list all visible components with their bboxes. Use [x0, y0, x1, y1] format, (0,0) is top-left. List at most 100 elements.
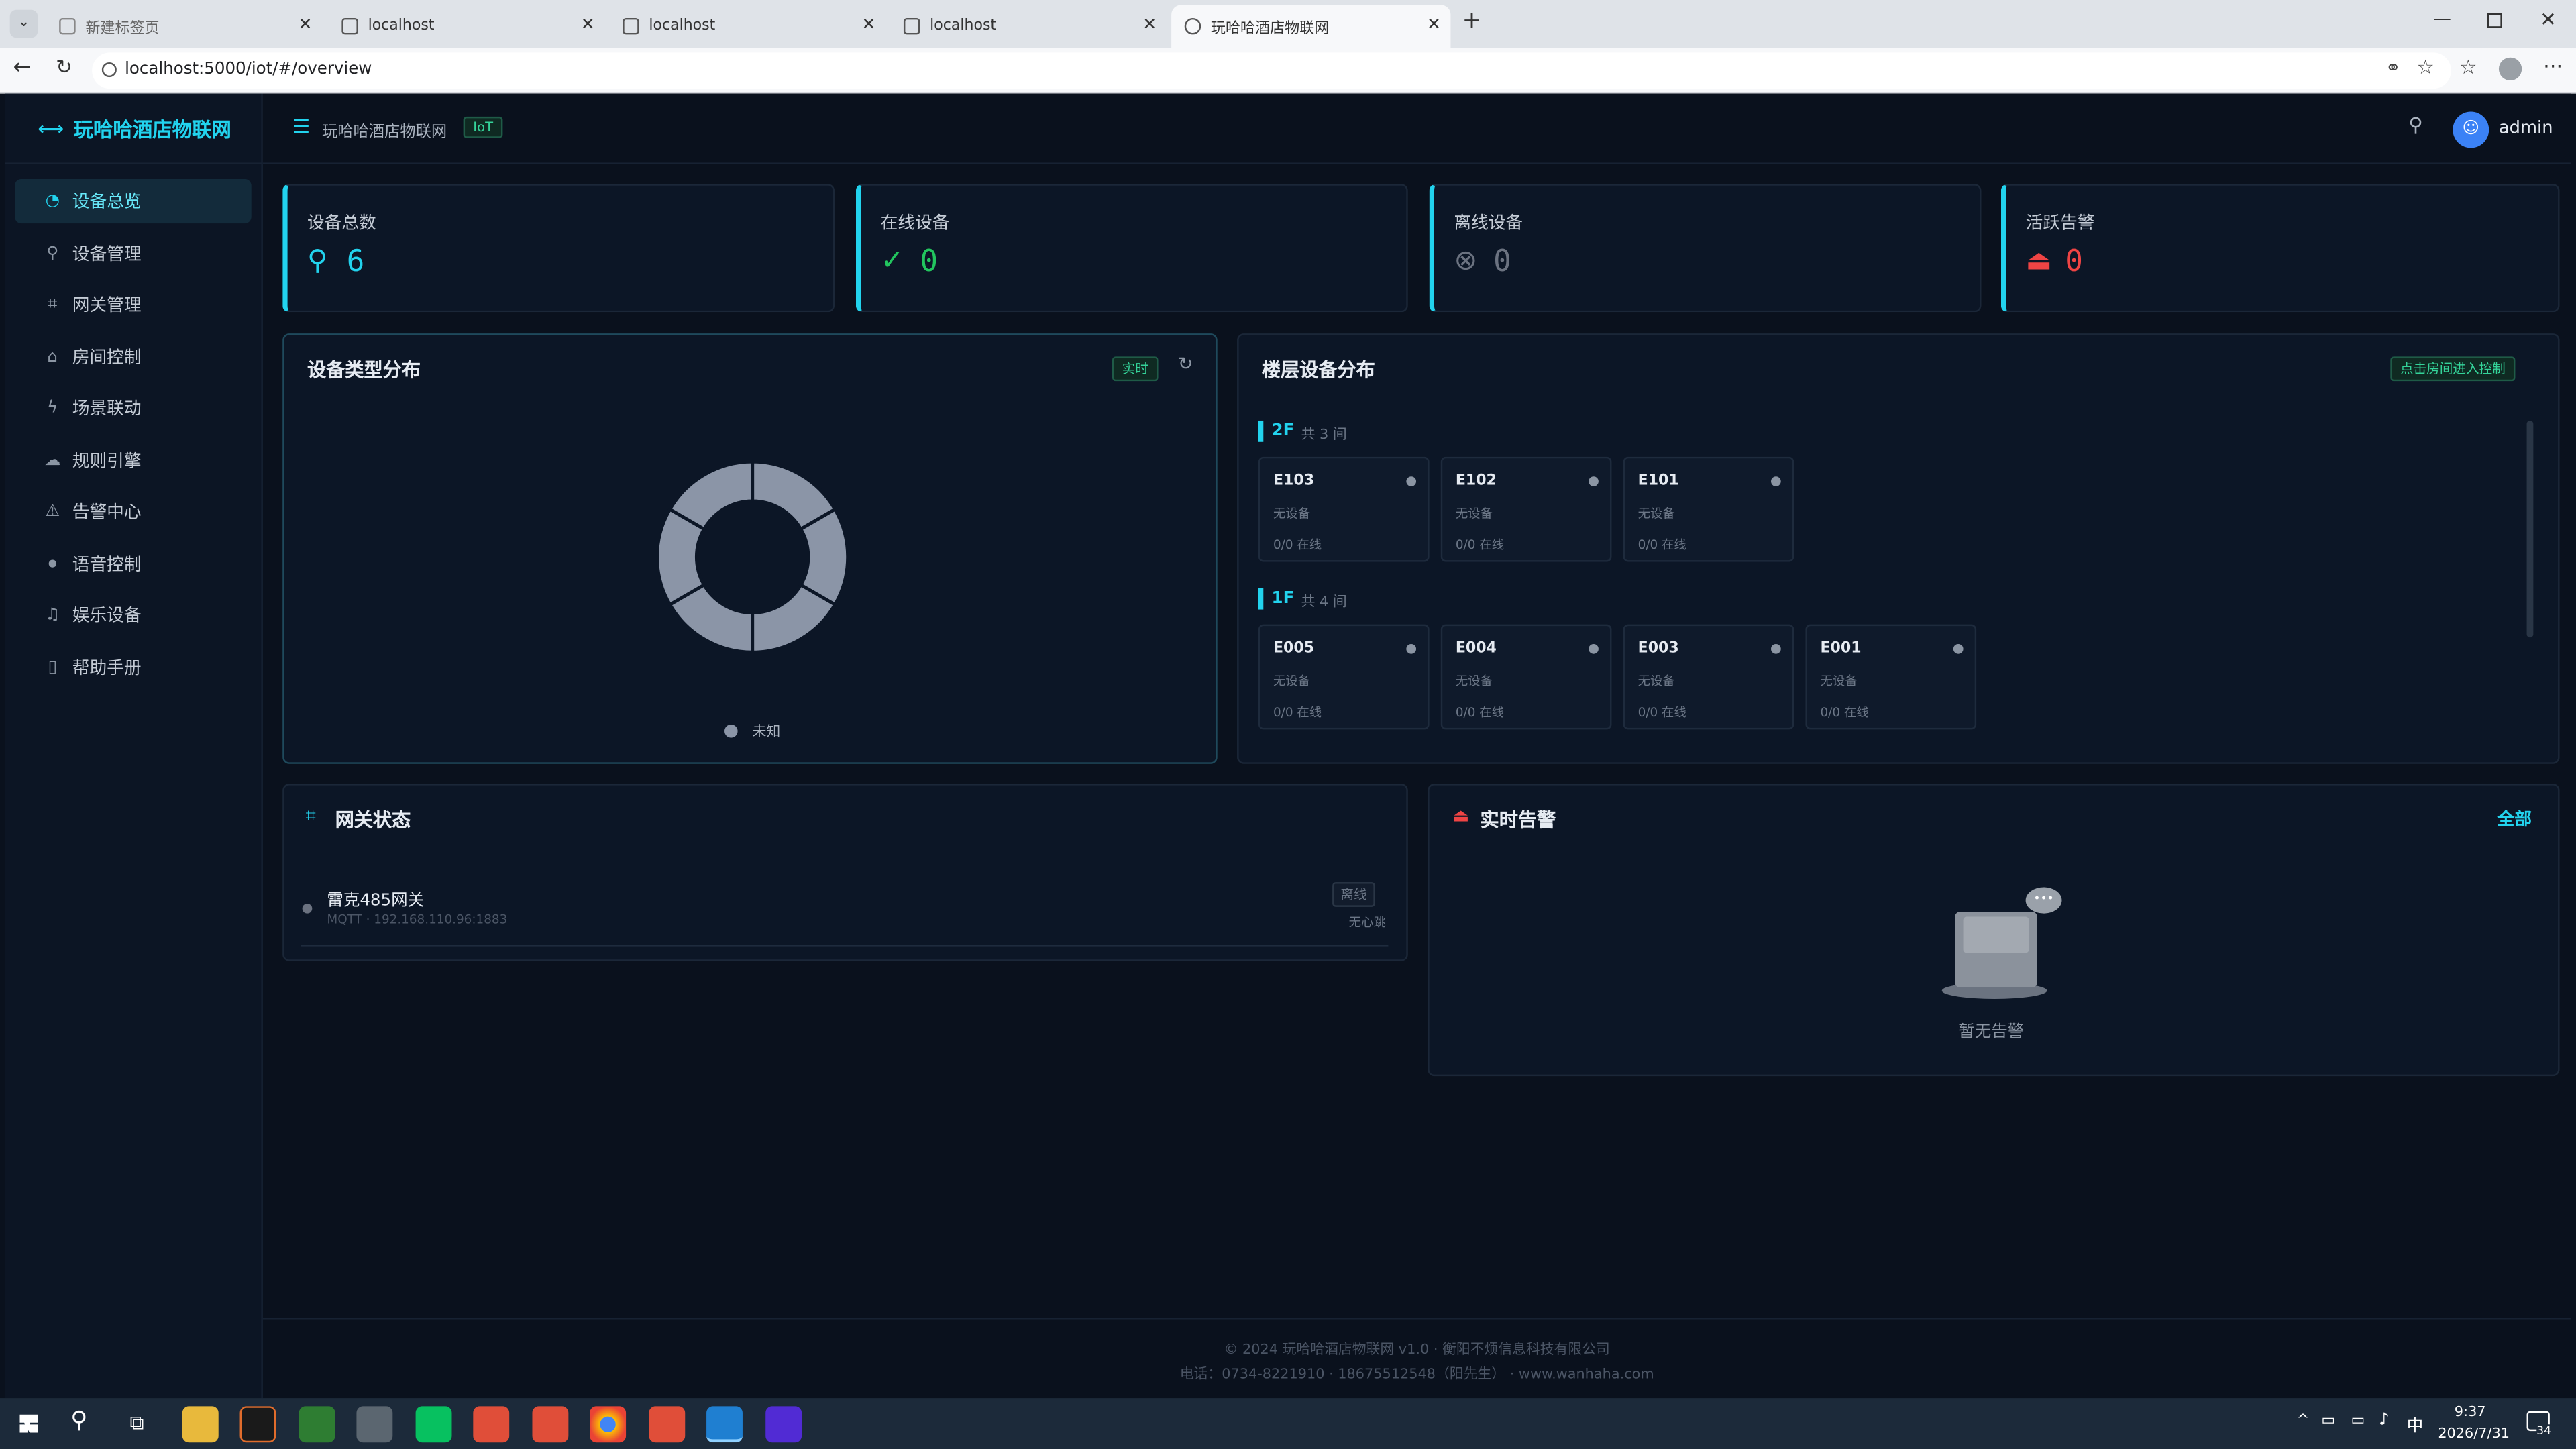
- scrollbar[interactable]: [2526, 420, 2534, 638]
- sidebar-item-overview[interactable]: ◔ 设备总览: [15, 178, 252, 224]
- browser-tab[interactable]: localhost ✕: [610, 5, 885, 48]
- room-devices: 无设备: [1638, 506, 1675, 521]
- browser-tab[interactable]: 新建标签页 ✕: [46, 5, 322, 48]
- stat-label: 在线设备: [880, 213, 950, 233]
- task-view-icon[interactable]: ⧉: [129, 1411, 144, 1436]
- edge-icon[interactable]: [706, 1406, 743, 1443]
- gateway-panel: ⌗ 网关状态 雷克485网关 MQTT · 192.168.110.96:188…: [282, 784, 1408, 961]
- address-bar[interactable]: localhost:5000/iot/#/overview: [92, 52, 2451, 89]
- collapse-menu-icon[interactable]: ☰: [292, 115, 310, 138]
- alarm-icon: ⚠: [45, 502, 60, 521]
- tab-list-dropdown[interactable]: ⌄: [9, 9, 38, 38]
- room-name: E101: [1638, 473, 1679, 490]
- browser-tab-bar: ⌄ 新建标签页 ✕ localhost ✕ localhost ✕ localhost…: [0, 0, 2576, 48]
- room-devices: 无设备: [1455, 506, 1493, 521]
- room-card[interactable]: E102 无设备 0/0 在线: [1440, 456, 1612, 562]
- terminal-icon[interactable]: [299, 1406, 335, 1443]
- room-card[interactable]: E003 无设备 0/0 在线: [1623, 624, 1794, 730]
- link-icon: ⚲: [46, 244, 59, 263]
- close-tab-icon[interactable]: ✕: [862, 16, 876, 34]
- sidebar-item-rules[interactable]: ☁ 规则引擎: [15, 439, 252, 483]
- refresh-icon[interactable]: ↻: [1178, 354, 1193, 375]
- restore-button[interactable]: [2487, 13, 2502, 28]
- room-card[interactable]: E004 无设备 0/0 在线: [1440, 624, 1612, 730]
- browser-tab-active[interactable]: 玩哈哈酒店物联网 ✕: [1171, 5, 1451, 48]
- room-card[interactable]: E103 无设备 0/0 在线: [1258, 456, 1430, 562]
- x-circle-icon: ⊗: [1454, 244, 1478, 278]
- gateway-detail: MQTT · 192.168.110.96:1883: [327, 912, 508, 927]
- close-tab-icon[interactable]: ✕: [1143, 16, 1157, 34]
- ime-indicator[interactable]: 中: [2407, 1411, 2423, 1436]
- room-online: 0/0 在线: [1273, 704, 1322, 720]
- close-tab-icon[interactable]: ✕: [581, 16, 595, 34]
- sidebar-item-alarms[interactable]: ⚠ 告警中心: [15, 490, 252, 534]
- wps-icon[interactable]: [473, 1406, 510, 1443]
- windows-start-icon[interactable]: [19, 1414, 38, 1433]
- wechat-icon[interactable]: [415, 1406, 452, 1443]
- wps-icon[interactable]: [532, 1406, 569, 1443]
- breadcrumb: 玩哈哈酒店物联网: [322, 123, 447, 142]
- user-name[interactable]: admin: [2499, 118, 2553, 138]
- file-explorer-icon[interactable]: [182, 1406, 219, 1443]
- sidebar-item-rooms[interactable]: ⌂ 房间控制: [15, 335, 252, 380]
- network-icon[interactable]: ▭: [2321, 1413, 2335, 1429]
- clock-time[interactable]: 9:37: [2455, 1405, 2486, 1421]
- browser-toolbar: ← ↻ localhost:5000/iot/#/overview ⚭ ☆ ☆ …: [0, 48, 2576, 94]
- profile-avatar[interactable]: [2498, 57, 2522, 81]
- volume-icon[interactable]: ♪: [2379, 1411, 2390, 1430]
- room-card[interactable]: E005 无设备 0/0 在线: [1258, 624, 1430, 730]
- room-card[interactable]: E001 无设备 0/0 在线: [1805, 624, 1977, 730]
- notification-count: 34: [2536, 1424, 2552, 1438]
- status-badge: 离线: [1332, 882, 1375, 907]
- mic-icon: ⏺: [48, 555, 57, 574]
- close-tab-icon[interactable]: ✕: [1427, 16, 1441, 34]
- wifi-icon[interactable]: ▭: [2351, 1413, 2365, 1429]
- stat-value: 0: [920, 244, 938, 280]
- wps-icon[interactable]: [649, 1406, 686, 1443]
- clock-date[interactable]: 2026/7/31: [2438, 1426, 2510, 1442]
- room-card[interactable]: E101 无设备 0/0 在线: [1623, 456, 1794, 562]
- app-icon[interactable]: [356, 1406, 393, 1443]
- gateway-row[interactable]: 雷克485网关 MQTT · 192.168.110.96:1883 离线 无心…: [301, 877, 1389, 947]
- page-icon: [903, 17, 920, 35]
- room-name: E103: [1273, 473, 1315, 490]
- app-icon[interactable]: [239, 1406, 276, 1443]
- sidebar-item-entertainment[interactable]: ♫ 娱乐设备: [15, 593, 252, 637]
- speaker-icon: ♫: [45, 606, 60, 625]
- chrome-icon[interactable]: [590, 1406, 627, 1443]
- minimize-button[interactable]: —: [2433, 8, 2451, 30]
- sidebar-item-voice[interactable]: ⏺ 语音控制: [15, 542, 252, 586]
- search-icon[interactable]: ⚲: [70, 1408, 87, 1434]
- top-bar: ☰ 玩哈哈酒店物联网 IoT ⚲ ☺ admin: [262, 93, 2571, 164]
- reload-icon[interactable]: ↻: [56, 56, 72, 78]
- check-circle-icon: ✓: [880, 244, 904, 278]
- view-all-link[interactable]: 全部: [2497, 806, 2531, 831]
- bell-icon[interactable]: ⚲: [2408, 113, 2423, 136]
- browser-tab[interactable]: localhost ✕: [890, 5, 1166, 48]
- sidebar-item-gateways[interactable]: ⌗ 网关管理: [15, 282, 252, 327]
- room-control-link[interactable]: 点击房间进入控制: [2390, 356, 2516, 382]
- panel-title: 实时告警: [1480, 808, 1556, 832]
- back-icon[interactable]: ←: [13, 56, 32, 80]
- room-devices: 无设备: [1820, 674, 1858, 689]
- close-window-button[interactable]: ✕: [2540, 8, 2557, 31]
- tray-chevron-icon[interactable]: ^: [2297, 1413, 2309, 1429]
- page-icon: [623, 17, 639, 35]
- close-tab-icon[interactable]: ✕: [299, 16, 313, 34]
- sidebar-item-scenes[interactable]: ϟ 场景联动: [15, 386, 252, 431]
- empty-state-text: 暂无告警: [1958, 1023, 2025, 1042]
- browser-tab[interactable]: localhost ✕: [329, 5, 604, 48]
- room-name: E005: [1273, 641, 1315, 657]
- menu-dots-icon[interactable]: ⋯: [2543, 54, 2563, 77]
- dotnet-icon[interactable]: [765, 1406, 802, 1443]
- sidebar-item-help[interactable]: ▯ 帮助手册: [15, 645, 252, 690]
- favorite-star-icon[interactable]: ☆: [2416, 56, 2434, 78]
- empty-inbox-illustration: •••: [1939, 887, 2070, 1005]
- new-tab-button[interactable]: +: [1462, 8, 1482, 34]
- favorites-icon[interactable]: ☆: [2459, 56, 2477, 78]
- brand-logo[interactable]: ⟷ 玩哈哈酒店物联网: [5, 94, 263, 164]
- key-icon[interactable]: ⚭: [2385, 58, 2401, 79]
- sidebar-item-devices[interactable]: ⚲ 设备管理: [15, 231, 252, 276]
- user-avatar[interactable]: ☺: [2453, 111, 2489, 148]
- stat-label: 设备总数: [307, 213, 376, 233]
